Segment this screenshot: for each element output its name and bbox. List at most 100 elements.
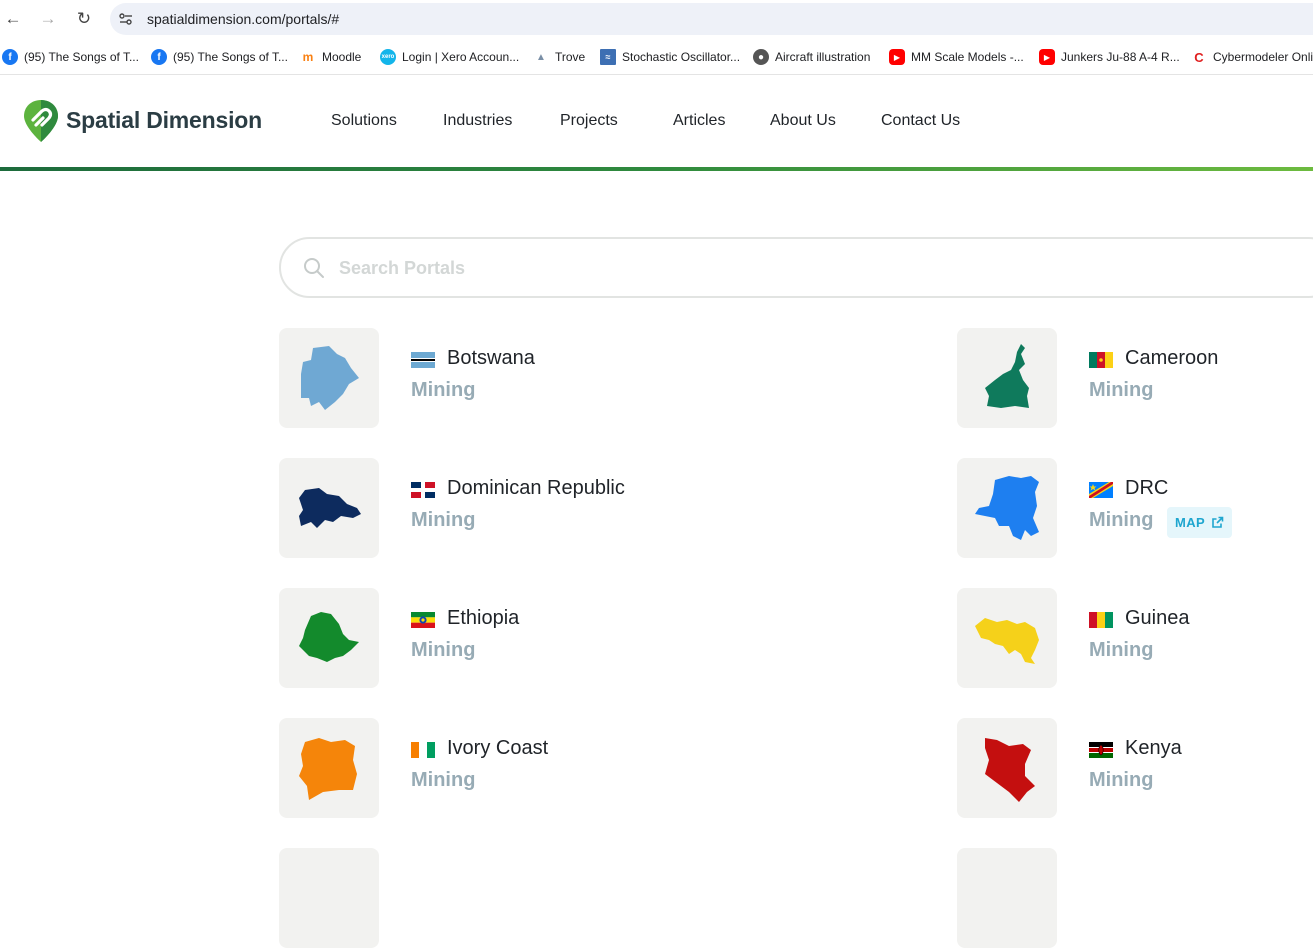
- bookmark-label: Aircraft illustration: [775, 50, 871, 64]
- portal-card-kenya[interactable]: Kenya Mining: [957, 718, 1297, 818]
- globe-icon: ●: [753, 49, 769, 65]
- bookmark-item[interactable]: ▶ MM Scale Models -...: [889, 48, 1024, 66]
- portal-card-partial[interactable]: [957, 848, 1297, 948]
- map-badge-label: MAP: [1175, 515, 1206, 530]
- sector-label: Mining: [411, 769, 476, 791]
- moodle-icon: m: [300, 49, 316, 65]
- bookmarks-bar: f (95) The Songs of T... f (95) The Songs …: [0, 38, 1313, 75]
- bookmark-item[interactable]: f (95) The Songs of T...: [151, 48, 288, 66]
- country-name[interactable]: Dominican Republic: [447, 477, 625, 500]
- youtube-icon: ▶: [889, 49, 905, 65]
- bookmark-label: (95) The Songs of T...: [173, 50, 288, 64]
- drc-map-icon: [975, 476, 1039, 540]
- sector-label: Mining: [1089, 509, 1154, 531]
- bookmark-label: Cybermodeler Onli: [1213, 50, 1313, 64]
- ethiopia-flag-icon: [411, 612, 435, 628]
- country-map-thumbnail[interactable]: [279, 328, 379, 428]
- country-name[interactable]: DRC: [1125, 477, 1168, 500]
- country-name[interactable]: Guinea: [1125, 607, 1190, 630]
- country-map-thumbnail[interactable]: [957, 458, 1057, 558]
- nav-contact-us[interactable]: Contact Us: [881, 112, 960, 130]
- nav-articles[interactable]: Articles: [673, 112, 725, 130]
- bookmark-label: Trove: [555, 50, 586, 64]
- country-map-thumbnail[interactable]: [279, 588, 379, 688]
- url-text[interactable]: spatialdimension.com/portals/#: [147, 11, 339, 27]
- country-map-thumbnail[interactable]: [279, 848, 379, 948]
- country-shape: [299, 612, 359, 662]
- country-name[interactable]: Ivory Coast: [447, 737, 548, 760]
- portal-card-ivory-coast[interactable]: Ivory Coast Mining: [279, 718, 619, 818]
- portal-card-drc[interactable]: DRC Mining MAP: [957, 458, 1297, 558]
- header-divider: [0, 167, 1313, 171]
- browser-toolbar: ← → ↻ spatialdimension.com/portals/#: [0, 0, 1313, 38]
- reload-icon[interactable]: ↻: [73, 8, 95, 30]
- country-map-thumbnail[interactable]: [279, 718, 379, 818]
- facebook-icon: f: [2, 49, 18, 65]
- map-link-button[interactable]: MAP: [1167, 507, 1233, 538]
- country-shape: [975, 618, 1039, 664]
- search-icon: [304, 258, 324, 278]
- bookmark-item[interactable]: m Moodle: [300, 48, 361, 66]
- cybermodeler-icon: C: [1191, 49, 1207, 65]
- site-settings-icon[interactable]: [118, 11, 134, 27]
- bookmark-item[interactable]: C Cybermodeler Onli: [1191, 48, 1313, 66]
- xero-icon: xero: [380, 49, 396, 65]
- portal-card-botswana[interactable]: Botswana Mining: [279, 328, 619, 428]
- trove-icon: ▲: [533, 49, 549, 65]
- guinea-flag-icon: [1089, 612, 1113, 628]
- search-bar[interactable]: [279, 237, 1313, 298]
- country-map-thumbnail[interactable]: [957, 718, 1057, 818]
- bookmark-item[interactable]: xero Login | Xero Accoun...: [380, 48, 519, 66]
- nav-projects[interactable]: Projects: [560, 112, 618, 130]
- nav-solutions[interactable]: Solutions: [331, 112, 397, 130]
- bookmark-item[interactable]: ● Aircraft illustration: [753, 48, 870, 66]
- site-header: Spatial Dimension Solutions Industries P…: [0, 76, 1313, 167]
- back-arrow-icon[interactable]: ←: [2, 8, 24, 30]
- bookmark-label: Stochastic Oscillator...: [622, 50, 741, 64]
- dominican-republic-map-icon: [299, 488, 361, 528]
- country-shape: [299, 488, 361, 528]
- bookmark-item[interactable]: f (95) The Songs of T...: [2, 48, 139, 66]
- bookmark-item[interactable]: ▲ Trove: [533, 48, 585, 66]
- botswana-flag-icon: [411, 352, 435, 368]
- sector-label: Mining: [1089, 639, 1154, 661]
- portal-card-partial[interactable]: [279, 848, 619, 948]
- sector-label: Mining: [411, 379, 476, 401]
- brand-name[interactable]: Spatial Dimension: [66, 107, 262, 134]
- country-shape: [301, 346, 359, 410]
- bookmark-item[interactable]: ▶ Junkers Ju-88 A-4 R...: [1039, 48, 1180, 66]
- country-map-thumbnail[interactable]: [957, 848, 1057, 948]
- nav-about-us[interactable]: About Us: [770, 112, 836, 130]
- portal-card-ethiopia[interactable]: Ethiopia Mining: [279, 588, 619, 688]
- portal-card-cameroon[interactable]: Cameroon Mining: [957, 328, 1297, 428]
- chart-icon: ≈: [600, 49, 616, 65]
- country-shape: [985, 738, 1035, 802]
- kenya-map-icon: [985, 738, 1035, 802]
- country-map-thumbnail[interactable]: [279, 458, 379, 558]
- country-map-thumbnail[interactable]: [957, 588, 1057, 688]
- search-input[interactable]: [339, 253, 1239, 283]
- nav-industries[interactable]: Industries: [443, 112, 512, 130]
- facebook-icon: f: [151, 49, 167, 65]
- portal-card-guinea[interactable]: Guinea Mining: [957, 588, 1297, 688]
- cameroon-map-icon: [985, 344, 1029, 408]
- country-name[interactable]: Botswana: [447, 347, 535, 370]
- bookmark-label: Moodle: [322, 50, 362, 64]
- portal-card-dominican-republic[interactable]: Dominican Republic Mining: [279, 458, 625, 558]
- sector-label: Mining: [411, 639, 476, 661]
- bookmark-label: (95) The Songs of T...: [24, 50, 139, 64]
- country-name[interactable]: Cameroon: [1125, 347, 1218, 370]
- brand-logo-icon[interactable]: [22, 98, 60, 144]
- country-name[interactable]: Kenya: [1125, 737, 1182, 760]
- country-name[interactable]: Ethiopia: [447, 607, 519, 630]
- bookmark-label: Login | Xero Accoun...: [402, 50, 520, 64]
- forward-arrow-icon[interactable]: →: [37, 8, 59, 30]
- country-map-thumbnail[interactable]: [957, 328, 1057, 428]
- youtube-icon: ▶: [1039, 49, 1055, 65]
- bookmark-item[interactable]: ≈ Stochastic Oscillator...: [600, 48, 740, 66]
- address-bar[interactable]: spatialdimension.com/portals/#: [110, 3, 1313, 35]
- bookmark-label: MM Scale Models -...: [911, 50, 1024, 64]
- sector-label: Mining: [411, 509, 476, 531]
- cameroon-flag-icon: [1089, 352, 1113, 368]
- kenya-flag-icon: [1089, 742, 1113, 758]
